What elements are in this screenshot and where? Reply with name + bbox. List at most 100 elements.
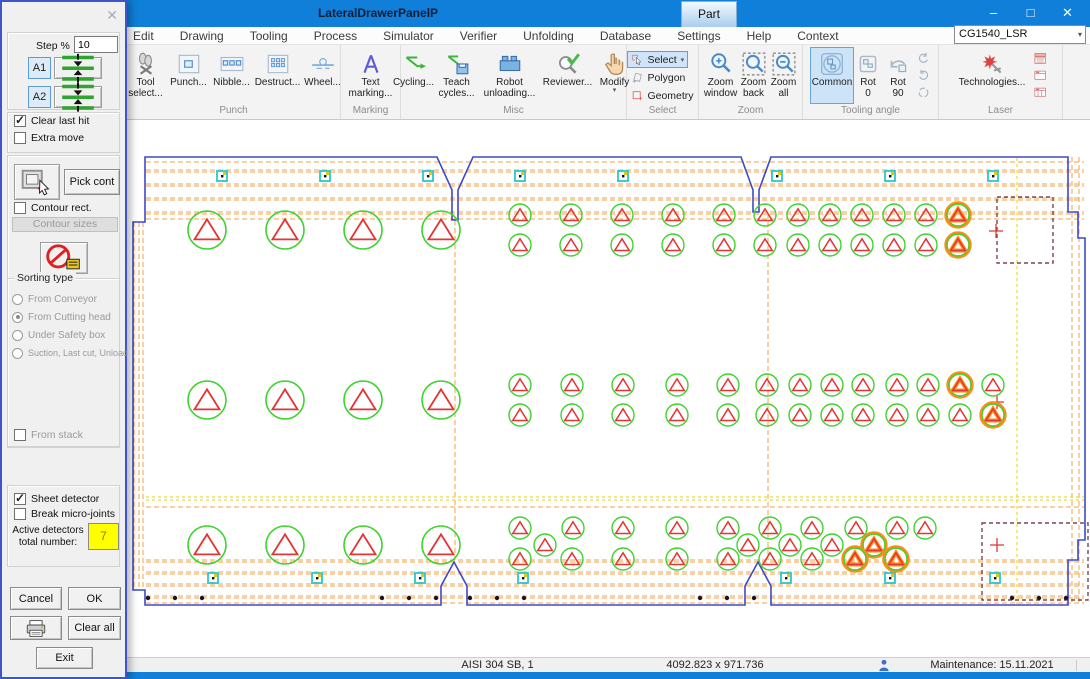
tool-hit[interactable] (717, 374, 739, 396)
sheet-detector-checkbox[interactable]: Sheet detector (14, 493, 99, 505)
tool-hit[interactable] (821, 404, 843, 426)
tool-hit[interactable] (666, 548, 688, 570)
tool-hit[interactable] (789, 404, 811, 426)
radio-from-conveyor[interactable]: From Conveyor (12, 290, 128, 308)
print-button[interactable] (10, 616, 62, 640)
tool-hit[interactable] (344, 526, 382, 564)
tool-hit[interactable] (717, 548, 739, 570)
tool-hit[interactable] (666, 404, 688, 426)
tool-hit[interactable] (560, 204, 582, 226)
tool-hit[interactable] (801, 548, 823, 570)
tool-hit[interactable] (612, 548, 634, 570)
menu-item-unfolding[interactable]: Unfolding (510, 29, 587, 43)
ribbon-button-zoom-all[interactable]: Zoomall (770, 47, 798, 104)
tool-hit[interactable] (509, 548, 531, 570)
tool-hit[interactable] (756, 374, 778, 396)
tool-hit[interactable] (801, 517, 823, 539)
cancel-button[interactable]: Cancel (10, 587, 62, 610)
ribbon-button-rot0[interactable]: Rot0 (854, 47, 882, 104)
tool-hit-selected[interactable] (948, 373, 972, 397)
tool-hit[interactable] (509, 204, 531, 226)
tool-hit[interactable] (737, 534, 759, 556)
ribbon-button-punch[interactable]: Punch... (168, 47, 210, 104)
tool-hit[interactable] (717, 404, 739, 426)
tool-hit[interactable] (713, 204, 735, 226)
laser-3-icon[interactable] (1033, 85, 1048, 100)
distribute-a1-button[interactable] (54, 57, 102, 79)
tool-hit[interactable] (422, 526, 460, 564)
ribbon-button-zoom-back[interactable]: Zoomback (738, 47, 770, 104)
clear-all-button[interactable]: Clear all (68, 616, 121, 640)
tool-hit[interactable] (266, 211, 304, 249)
tool-hit[interactable] (266, 381, 304, 419)
close-button[interactable]: ✕ (1049, 0, 1086, 27)
menu-item-verifier[interactable]: Verifier (447, 29, 510, 43)
rot-cw-icon[interactable] (916, 68, 931, 83)
ribbon-button-technologies[interactable]: Technologies... (953, 47, 1031, 104)
extra-move-checkbox[interactable]: Extra move (14, 132, 84, 144)
tool-hit[interactable] (982, 374, 1004, 396)
tool-hit-selected[interactable] (981, 403, 1005, 427)
pick-contour-tool-button[interactable] (14, 164, 60, 200)
tool-hit[interactable] (886, 374, 908, 396)
tool-hit-selected[interactable] (884, 547, 908, 571)
suppress-hits-button[interactable] (40, 242, 88, 274)
pick-cont-button[interactable]: Pick cont (64, 169, 120, 195)
tool-hit[interactable] (779, 534, 801, 556)
tool-hit[interactable] (509, 374, 531, 396)
ribbon-button-select[interactable]: Select▾ (627, 51, 688, 68)
tool-hit[interactable] (886, 517, 908, 539)
tool-hit[interactable] (509, 517, 531, 539)
ribbon-button-destruct[interactable]: Destruct... (254, 47, 302, 104)
ribbon-button-polygon[interactable]: Polygon (627, 69, 689, 86)
tool-hit[interactable] (759, 548, 781, 570)
a1-button[interactable]: A1 (28, 57, 51, 79)
tool-hit[interactable] (915, 234, 937, 256)
tool-hit-selected[interactable] (946, 203, 970, 227)
tool-hit[interactable] (266, 526, 304, 564)
ok-button[interactable]: OK (68, 587, 121, 610)
tool-hit[interactable] (819, 234, 841, 256)
close-icon[interactable]: ✕ (106, 7, 118, 24)
ribbon-button-geometry[interactable]: Geometry (627, 87, 697, 104)
exit-button[interactable]: Exit (36, 647, 93, 669)
tool-hit[interactable] (754, 234, 776, 256)
maximize-button[interactable]: □ (1012, 0, 1049, 27)
drawing-canvas[interactable] (127, 121, 1090, 658)
machine-select[interactable]: CG1540_LSR ▾ (954, 25, 1086, 44)
tool-hit[interactable] (561, 374, 583, 396)
ribbon-button-cycling[interactable]: Cycling... (393, 47, 435, 104)
tool-hit[interactable] (845, 517, 867, 539)
tool-hit[interactable] (662, 234, 684, 256)
tool-hit[interactable] (611, 204, 633, 226)
tool-hit[interactable] (754, 204, 776, 226)
tool-hit[interactable] (534, 534, 556, 556)
tool-hit[interactable] (561, 404, 583, 426)
tool-hit[interactable] (188, 526, 226, 564)
tool-hit[interactable] (917, 374, 939, 396)
tool-hit[interactable] (612, 517, 634, 539)
from-stack-checkbox[interactable]: From stack (14, 429, 83, 441)
tool-hit[interactable] (759, 517, 781, 539)
rot-180-icon[interactable] (916, 85, 931, 100)
tool-hit[interactable] (562, 517, 584, 539)
tool-hit[interactable] (883, 234, 905, 256)
sheet-outline[interactable] (133, 157, 1085, 605)
tool-hit[interactable] (819, 204, 841, 226)
tool-hit[interactable] (851, 204, 873, 226)
laser-2-icon[interactable] (1033, 68, 1048, 83)
menu-item-drawing[interactable]: Drawing (167, 29, 237, 43)
menu-item-context[interactable]: Context (784, 29, 851, 43)
tool-hit[interactable] (789, 374, 811, 396)
tool-hit[interactable] (787, 204, 809, 226)
ribbon-button-reviewer[interactable]: Reviewer... (541, 47, 595, 104)
tool-hit[interactable] (717, 517, 739, 539)
break-micro-joints-checkbox[interactable]: Break micro-joints (14, 508, 115, 520)
tool-hit[interactable] (422, 381, 460, 419)
tool-hit[interactable] (612, 374, 634, 396)
tool-hit[interactable] (612, 404, 634, 426)
tool-hit[interactable] (917, 404, 939, 426)
tool-hit[interactable] (821, 374, 843, 396)
ribbon-button-text-marking[interactable]: Textmarking... (344, 47, 398, 104)
laser-1-icon[interactable] (1033, 51, 1048, 66)
